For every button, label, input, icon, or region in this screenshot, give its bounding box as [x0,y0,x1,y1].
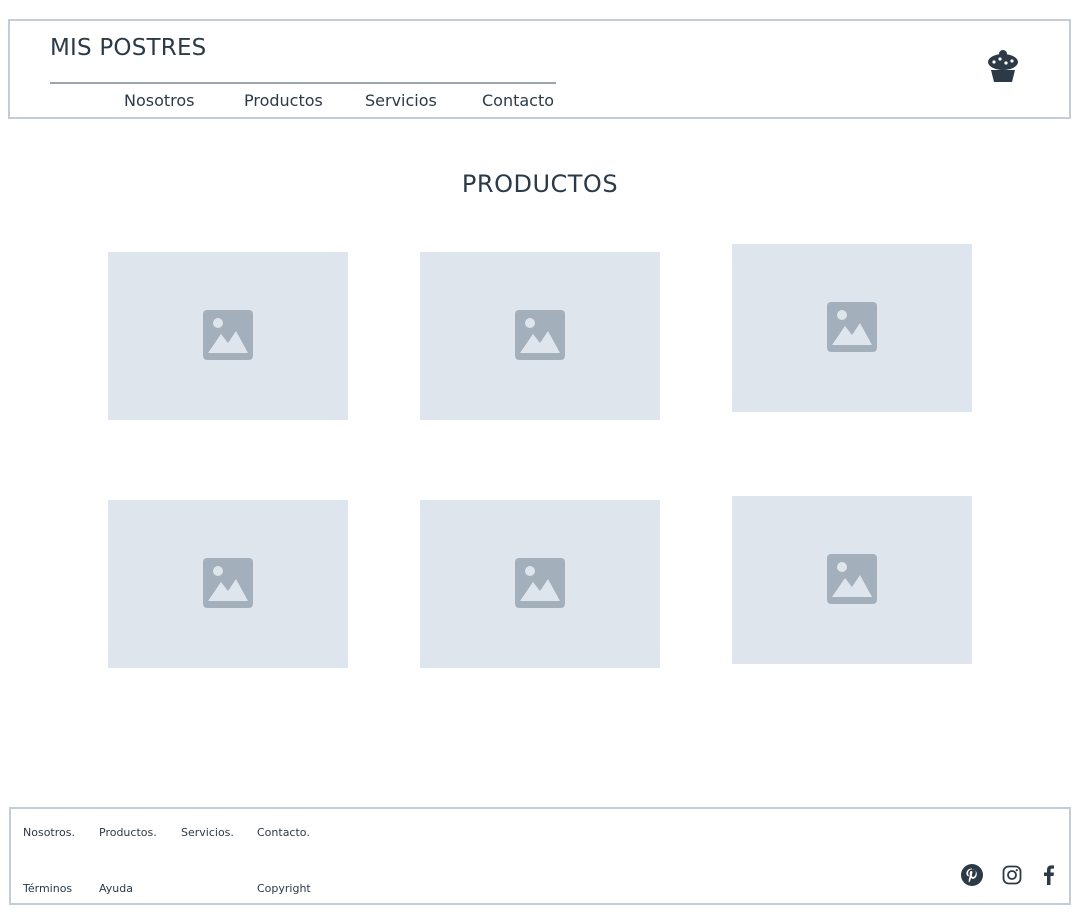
nav-nosotros[interactable]: Nosotros [124,91,195,110]
footer-link-terminos[interactable]: Términos [23,882,72,895]
product-card[interactable] [420,500,660,668]
cupcake-icon[interactable] [986,50,1020,84]
page-title: PRODUCTOS [461,170,619,198]
instagram-icon[interactable] [1000,863,1024,887]
image-placeholder-icon [827,554,877,604]
pinterest-icon[interactable] [960,863,984,887]
nav-servicios[interactable]: Servicios [365,91,437,110]
footer-link-copyright[interactable]: Copyright [257,882,311,895]
site-footer: Nosotros. Productos. Servicios. Contacto… [9,807,1071,905]
footer-link-servicios[interactable]: Servicios. [181,826,234,839]
product-card[interactable] [108,252,348,420]
nav-contacto[interactable]: Contacto [482,91,554,110]
facebook-icon[interactable] [1037,863,1061,887]
product-card[interactable] [420,252,660,420]
footer-link-nosotros[interactable]: Nosotros. [23,826,75,839]
image-placeholder-icon [827,302,877,352]
image-placeholder-icon [203,558,253,608]
image-placeholder-icon [515,310,565,360]
product-card[interactable] [732,496,972,664]
footer-link-productos[interactable]: Productos. [99,826,157,839]
footer-link-contacto[interactable]: Contacto. [257,826,310,839]
image-placeholder-icon [203,310,253,360]
nav-productos[interactable]: Productos [244,91,323,110]
site-brand[interactable]: MIS POSTRES [50,35,206,61]
product-card[interactable] [732,244,972,412]
product-card[interactable] [108,500,348,668]
site-header: MIS POSTRES Nosotros Productos Servicios… [8,19,1071,119]
image-placeholder-icon [515,558,565,608]
brand-divider [50,82,556,84]
footer-link-ayuda[interactable]: Ayuda [99,882,133,895]
